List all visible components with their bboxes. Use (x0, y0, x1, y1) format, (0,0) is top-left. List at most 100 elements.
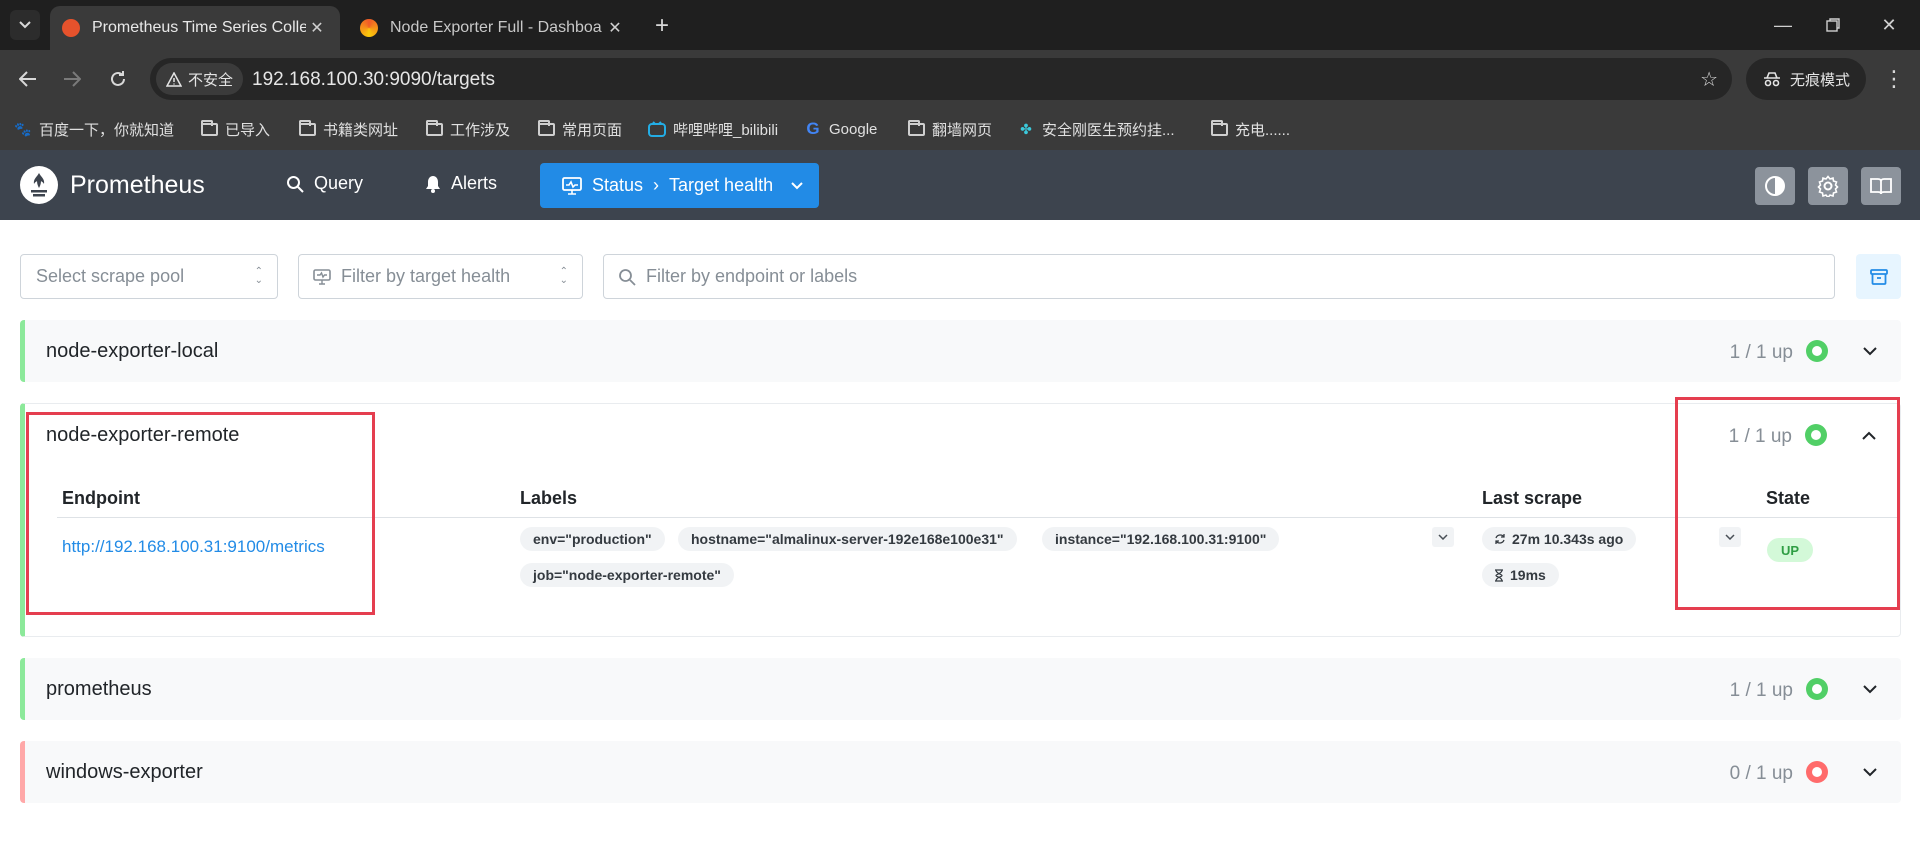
chevron-down-icon[interactable] (1859, 761, 1881, 783)
chevron-down-icon[interactable] (1859, 678, 1881, 700)
browser-tab-prometheus[interactable]: Prometheus Time Series Colle ✕ (50, 6, 340, 50)
nav-query[interactable]: Query (286, 173, 363, 194)
label-badge: instance="192.168.100.31:9100" (1042, 527, 1280, 551)
archive-icon (1869, 268, 1888, 285)
bookmark-baidu[interactable]: 🐾 百度一下，你就知道 (14, 116, 174, 142)
restore-icon (1826, 18, 1840, 32)
tab-title: Node Exporter Full - Dashboa (390, 19, 602, 36)
bookmarks-bar: 🐾 百度一下，你就知道 已导入 书籍类网址 工作涉及 常用页面 哔哩哔哩_bil… (0, 108, 1920, 150)
restore-button[interactable] (1810, 8, 1856, 42)
browser-menu-button[interactable]: ⋮ (1878, 63, 1910, 95)
folder-icon (537, 119, 555, 137)
docs-button[interactable] (1861, 167, 1901, 205)
incognito-chip[interactable]: 无痕模式 (1746, 58, 1867, 100)
prometheus-header: Prometheus Query Alerts Status › Target … (0, 150, 1920, 220)
search-icon (287, 175, 304, 193)
pool-up-count: 1 / 1 up (1729, 342, 1793, 363)
monitor-heart-icon (562, 176, 582, 195)
refresh-icon (1495, 534, 1505, 544)
last-scrape-badge: 27m 10.343s ago (1482, 527, 1637, 551)
pool-windows-exporter[interactable]: windows-exporter 0 / 1 up (20, 741, 1901, 803)
table-header-divider (57, 517, 1899, 518)
column-header-state: State (1766, 488, 1811, 508)
endpoint-labels-search-input[interactable]: Filter by endpoint or labels (603, 254, 1835, 299)
target-health-placeholder: Filter by target health (341, 266, 511, 286)
incognito-label: 无痕模式 (1790, 71, 1851, 89)
tab-search-button[interactable] (10, 10, 40, 40)
settings-button[interactable] (1808, 167, 1848, 205)
expand-labels-button[interactable] (1432, 527, 1454, 547)
status-page-label: Target health (669, 175, 774, 195)
status-up-icon (1806, 678, 1828, 700)
address-bar[interactable]: 不安全 192.168.100.30:9090/targets ☆ (150, 58, 1732, 100)
bookmark-imported[interactable]: 已导入 (200, 116, 270, 142)
scrape-pool-placeholder: Select scrape pool (36, 266, 185, 286)
scrape-duration-badge: 19ms (1482, 563, 1559, 587)
bookmark-google[interactable]: G Google (804, 116, 877, 142)
status-down-icon (1806, 761, 1828, 783)
folder-icon (425, 119, 443, 137)
folder-icon (200, 119, 218, 137)
monitor-heart-icon (313, 269, 331, 285)
reload-button[interactable] (102, 63, 134, 95)
close-icon[interactable]: ✕ (306, 17, 328, 39)
expand-scrape-details-button[interactable] (1719, 527, 1741, 547)
security-label: 不安全 (188, 71, 234, 89)
search-icon (619, 269, 636, 286)
bookmark-charging[interactable]: 充电...... (1210, 116, 1290, 142)
incognito-icon (1764, 72, 1780, 87)
hourglass-icon (1495, 568, 1503, 582)
chevron-down-icon (1438, 534, 1448, 540)
new-tab-button[interactable]: + (648, 12, 676, 40)
theme-toggle-button[interactable] (1755, 167, 1795, 205)
pool-prometheus[interactable]: prometheus 1 / 1 up (20, 658, 1901, 720)
close-window-button[interactable]: ✕ (1866, 8, 1912, 42)
forward-button[interactable] (56, 63, 88, 95)
minimize-button[interactable]: — (1760, 8, 1806, 42)
bookmark-star-icon[interactable]: ☆ (1700, 67, 1718, 92)
pool-node-exporter-local[interactable]: node-exporter-local 1 / 1 up (20, 320, 1901, 382)
bookmark-books[interactable]: 书籍类网址 (298, 116, 398, 142)
label-badge: hostname="almalinux-server-192e168e100e3… (678, 527, 1017, 551)
chevron-down-icon[interactable] (1859, 340, 1881, 362)
warning-icon (166, 71, 182, 87)
target-endpoint-link[interactable]: http://192.168.100.31:9100/metrics (62, 537, 325, 557)
browser-tab-grafana[interactable]: Node Exporter Full - Dashboa ✕ (348, 6, 638, 50)
close-icon[interactable]: ✕ (604, 17, 626, 39)
prometheus-favicon-icon (62, 19, 80, 37)
label-badge: job="node-exporter-remote" (520, 563, 734, 587)
folder-icon (298, 119, 316, 137)
bookmark-common-pages[interactable]: 常用页面 (537, 116, 622, 142)
bookmark-doctor[interactable]: ✤ 安全刚医生预约挂... (1017, 116, 1174, 142)
arrow-left-icon (19, 71, 36, 87)
label-badge: env="production" (520, 527, 665, 551)
tab-title: Prometheus Time Series Colle (92, 19, 306, 36)
folder-icon (907, 119, 925, 137)
bookmark-vpn[interactable]: 翻墙网页 (907, 116, 992, 142)
back-button[interactable] (12, 63, 44, 95)
nav-alerts[interactable]: Alerts (425, 173, 497, 194)
pool-name: node-exporter-remote (46, 424, 240, 446)
chevron-updown-icon: ⌃ ⌄ (254, 266, 263, 286)
bilibili-icon (648, 121, 666, 137)
bookmark-work[interactable]: 工作涉及 (425, 116, 510, 142)
security-chip[interactable]: 不安全 (156, 63, 244, 95)
collapse-all-button[interactable] (1856, 254, 1901, 299)
column-header-last-scrape: Last scrape (1482, 488, 1583, 508)
chevron-down-icon (791, 181, 803, 189)
nav-status-dropdown[interactable]: Status › Target health (540, 163, 819, 208)
status-up-icon (1806, 340, 1828, 362)
prometheus-logo-icon[interactable] (20, 166, 58, 204)
bookmark-bilibili[interactable]: 哔哩哔哩_bilibili (648, 116, 778, 142)
app-icon: ✤ (1020, 120, 1032, 137)
target-health-filter[interactable]: Filter by target health ⌃ ⌄ (298, 254, 583, 299)
chevron-up-icon[interactable] (1858, 424, 1880, 446)
column-header-labels: Labels (520, 488, 578, 508)
bell-icon (426, 175, 440, 193)
pool-up-count: 1 / 1 up (1728, 426, 1792, 447)
grafana-favicon-icon (360, 19, 378, 37)
url-text[interactable]: 192.168.100.30:9090/targets (252, 69, 495, 91)
scrape-pool-select[interactable]: Select scrape pool ⌃ ⌄ (20, 254, 278, 299)
pool-node-exporter-remote[interactable]: node-exporter-remote 1 / 1 up Endpoint L… (20, 403, 1901, 637)
brand-title[interactable]: Prometheus (70, 171, 205, 200)
